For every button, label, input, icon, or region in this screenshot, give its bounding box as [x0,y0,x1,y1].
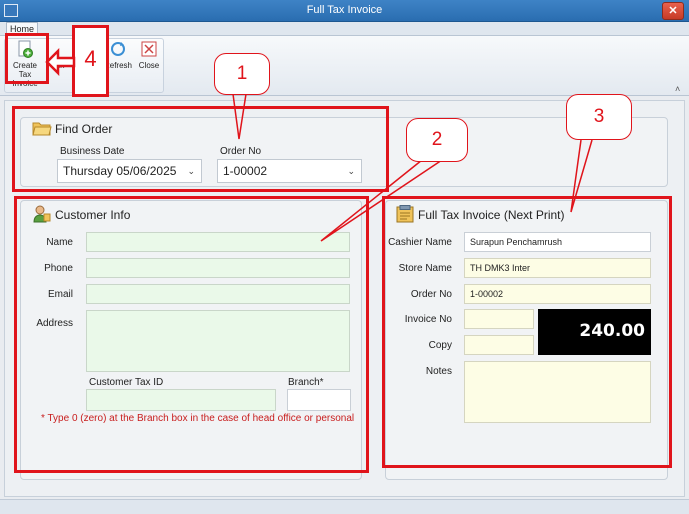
annotation-bubble-1: 1 [214,53,270,95]
annotation-bubble-3: 3 [566,94,632,140]
annotation-leaders [232,93,593,242]
annotation-bubble-2: 2 [406,118,468,162]
